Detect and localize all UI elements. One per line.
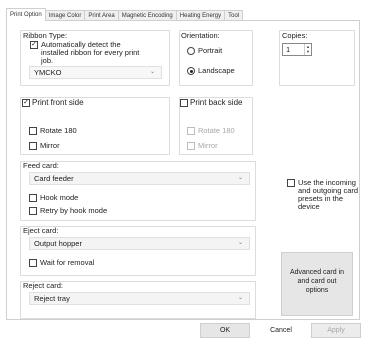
wait-for-removal-label: Wait for removal <box>40 258 95 267</box>
portrait-radio[interactable] <box>187 47 195 55</box>
hook-mode-label: Hook mode <box>40 193 79 202</box>
feed-card-value: Card feeder <box>34 174 74 183</box>
advanced-card-options-button[interactable]: Advanced card in and card out options <box>281 252 353 316</box>
feed-card-label: Feed card: <box>23 161 59 170</box>
use-device-presets-line4: device <box>298 202 320 211</box>
auto-detect-ribbon-checkbox[interactable]: ✓ <box>30 41 38 49</box>
copies-label: Copies: <box>282 31 308 40</box>
back-rotate-180-label: Rotate 180 <box>198 126 235 135</box>
retry-hook-mode-label: Retry by hook mode <box>40 206 108 215</box>
advanced-line3: options <box>305 287 329 294</box>
landscape-radio[interactable] <box>187 67 195 75</box>
eject-card-value: Output hopper <box>34 239 82 248</box>
chevron-down-icon: ⌄ <box>237 240 243 246</box>
auto-detect-ribbon-label-line3: job. <box>41 56 54 65</box>
eject-card-label: Eject card: <box>23 226 59 235</box>
orientation-label: Orientation: <box>181 31 220 40</box>
back-mirror-label: Mirror <box>198 141 218 150</box>
back-rotate-180-checkbox[interactable] <box>187 127 195 135</box>
reject-card-value: Reject tray <box>34 294 70 303</box>
reject-card-label: Reject card: <box>23 281 64 290</box>
print-back-side-label: Print back side <box>190 98 243 107</box>
chevron-down-icon: ⌄ <box>149 69 155 75</box>
tab-print-option[interactable]: Print Option <box>6 8 46 21</box>
auto-detect-ribbon-label-line2: installed ribbon for every print <box>41 48 140 57</box>
print-back-side-checkbox[interactable] <box>180 99 188 107</box>
portrait-label: Portrait <box>198 46 223 55</box>
ribbon-type-dropdown[interactable]: YMCKO ⌄ <box>29 66 162 79</box>
apply-button[interactable]: Apply <box>311 323 361 338</box>
print-front-side-label: Print front side <box>32 98 84 107</box>
wait-for-removal-checkbox[interactable] <box>29 259 37 267</box>
retry-hook-mode-checkbox[interactable] <box>29 207 37 215</box>
advanced-line2: and card out <box>297 278 337 285</box>
hook-mode-checkbox[interactable] <box>29 194 37 202</box>
front-mirror-label: Mirror <box>40 141 60 150</box>
ok-button[interactable]: OK <box>200 323 250 338</box>
copies-spinner[interactable]: 1 ▲ ▼ <box>282 43 312 56</box>
use-device-presets-checkbox[interactable] <box>287 179 295 187</box>
advanced-line1: Advanced card in <box>289 269 345 276</box>
feed-card-dropdown[interactable]: Card feeder ⌄ <box>29 172 250 185</box>
copies-value: 1 <box>286 45 291 54</box>
reject-card-dropdown[interactable]: Reject tray ⌄ <box>29 292 250 305</box>
front-rotate-180-checkbox[interactable] <box>29 127 37 135</box>
spinner-arrows-icon[interactable]: ▲ ▼ <box>304 44 311 55</box>
back-mirror-checkbox[interactable] <box>187 142 195 150</box>
ribbon-type-value: YMCKO <box>34 68 62 77</box>
chevron-down-icon: ⌄ <box>237 295 243 301</box>
front-rotate-180-label: Rotate 180 <box>40 126 77 135</box>
ribbon-type-label: Ribbon Type: <box>23 31 68 40</box>
front-mirror-checkbox[interactable] <box>29 142 37 150</box>
print-front-side-checkbox[interactable]: ✓ <box>22 99 30 107</box>
chevron-down-icon: ⌄ <box>237 175 243 181</box>
eject-card-dropdown[interactable]: Output hopper ⌄ <box>29 237 250 250</box>
cancel-button[interactable]: Cancel <box>256 323 306 338</box>
landscape-label: Landscape <box>198 66 235 75</box>
